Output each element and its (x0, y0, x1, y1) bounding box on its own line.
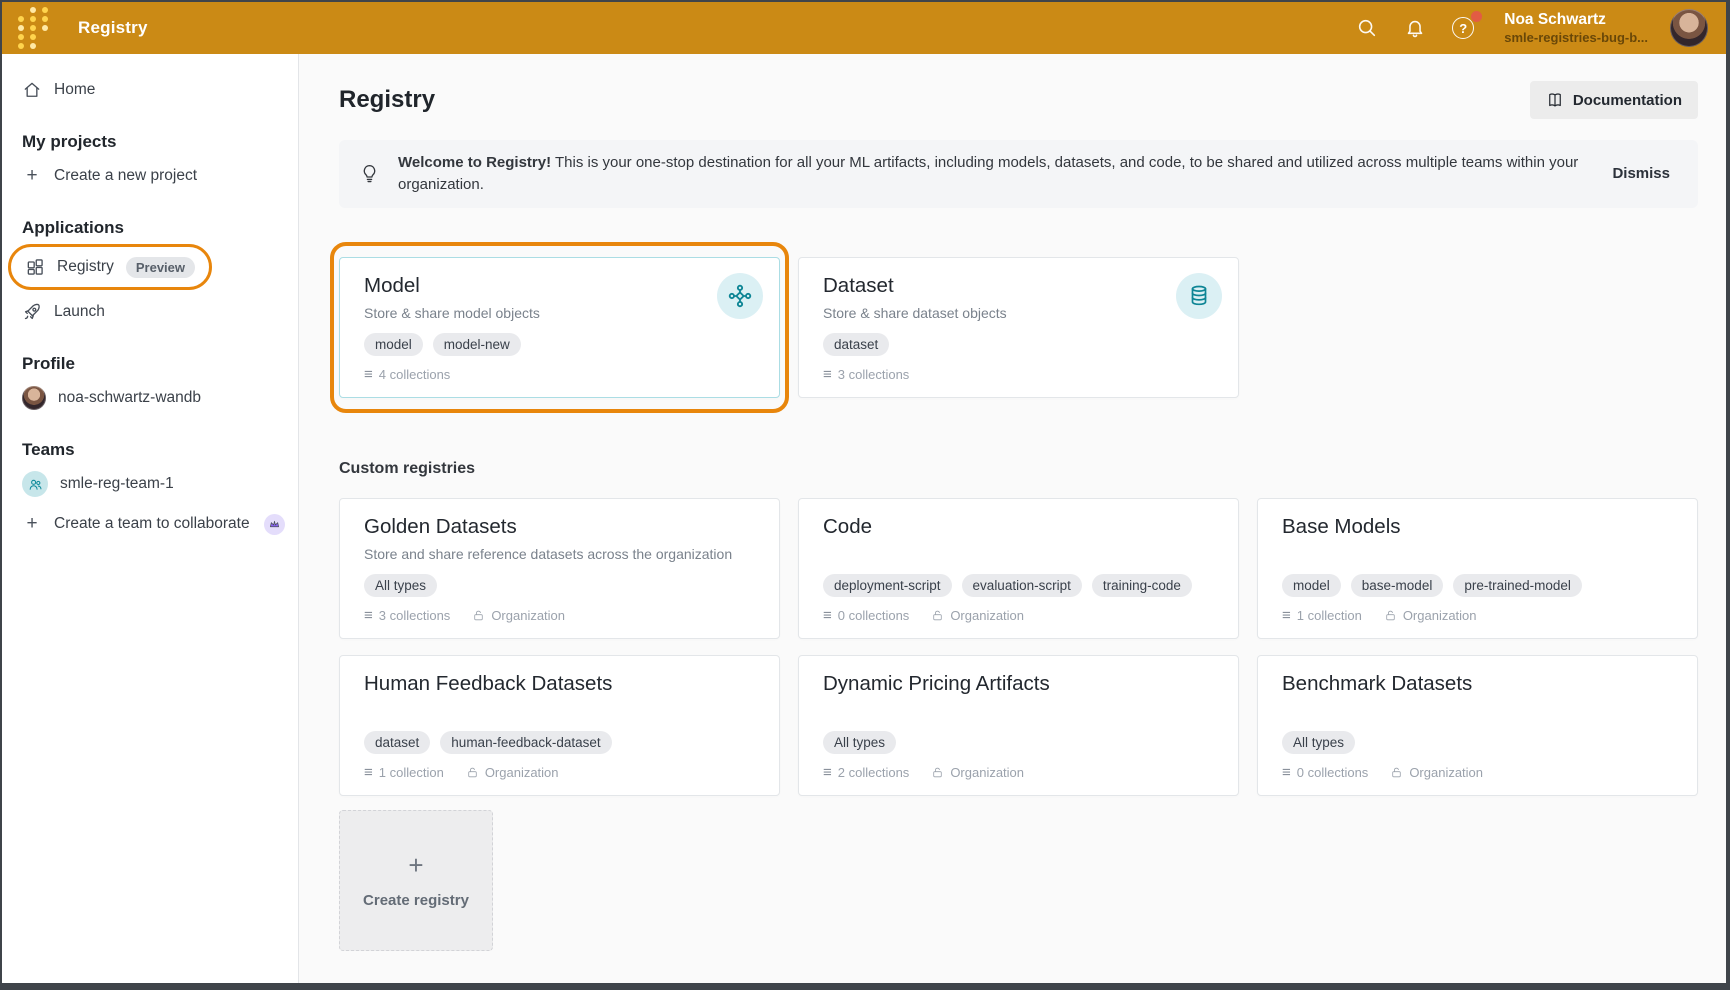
collections-icon: ≡ (823, 765, 832, 780)
my-projects-heading: My projects (2, 128, 298, 156)
profile-heading: Profile (2, 350, 298, 378)
welcome-banner: Welcome to Registry! This is your one-st… (339, 140, 1698, 208)
collections-icon: ≡ (823, 608, 832, 623)
tag: model (364, 333, 423, 356)
unlock-icon (931, 609, 944, 622)
unlock-icon (931, 766, 944, 779)
database-icon (1176, 273, 1222, 319)
collections-icon: ≡ (1282, 765, 1291, 780)
help-icon[interactable]: ? (1450, 15, 1476, 41)
dismiss-button[interactable]: Dismiss (1610, 161, 1672, 186)
registry-grid-icon (25, 257, 45, 277)
preview-badge: Preview (126, 257, 195, 278)
user-menu[interactable]: Noa Schwartz smle-registries-bug-b... (1504, 10, 1648, 46)
notification-dot-icon (1471, 11, 1482, 22)
plus-icon: + (408, 852, 423, 878)
page-title: Registry (339, 86, 435, 114)
tag: training-code (1092, 574, 1192, 597)
sidebar-item-team[interactable]: smle-reg-team-1 (2, 464, 298, 504)
plus-icon: + (22, 513, 42, 535)
sidebar-item-registry[interactable]: Registry Preview (13, 247, 197, 287)
model-network-icon (717, 273, 763, 319)
registry-highlight-annotation: Registry Preview (8, 244, 212, 290)
tag: All types (823, 731, 896, 754)
profile-avatar (22, 386, 46, 410)
plus-icon: + (22, 165, 42, 187)
collections-icon: ≡ (823, 367, 832, 382)
registry-card-code[interactable]: Code deployment-script evaluation-script… (798, 498, 1239, 639)
sidebar: Home My projects + Create a new project … (2, 54, 299, 983)
custom-registries-grid: Golden Datasets Store and share referenc… (339, 498, 1698, 796)
unlock-icon (1384, 609, 1397, 622)
main-content: Registry Documentation Welcome to Regist… (299, 54, 1726, 983)
tag: deployment-script (823, 574, 952, 597)
top-navbar: Registry ? Noa Schwartz smle-registries-… (2, 2, 1726, 54)
registry-card-dynamic-pricing-artifacts[interactable]: Dynamic Pricing Artifacts All types ≡ 2 … (798, 655, 1239, 796)
unlock-icon (472, 609, 485, 622)
tag: dataset (364, 731, 430, 754)
screenshot-frame: Registry ? Noa Schwartz smle-registries-… (0, 0, 1730, 990)
wandb-logo-icon[interactable] (16, 7, 52, 49)
unlock-icon (466, 766, 479, 779)
tag: pre-trained-model (1453, 574, 1582, 597)
tag: All types (364, 574, 437, 597)
sidebar-create-team[interactable]: + Create a team to collaborate (2, 504, 298, 544)
sidebar-create-project[interactable]: + Create a new project (2, 156, 298, 196)
user-name: Noa Schwartz (1504, 10, 1648, 29)
collections-icon: ≡ (364, 367, 373, 382)
tag: evaluation-script (962, 574, 1082, 597)
collections-icon: ≡ (364, 765, 373, 780)
upgrade-crown-icon (264, 514, 285, 535)
tag: All types (1282, 731, 1355, 754)
notifications-bell-icon[interactable] (1402, 15, 1428, 41)
collections-icon: ≡ (1282, 608, 1291, 623)
team-avatar-icon (22, 471, 48, 497)
documentation-button[interactable]: Documentation (1530, 81, 1698, 119)
teams-heading: Teams (2, 436, 298, 464)
registry-card-benchmark-datasets[interactable]: Benchmark Datasets All types ≡ 0 collect… (1257, 655, 1698, 796)
unlock-icon (1390, 766, 1403, 779)
core-registries-grid: Model Store & share model objects model … (339, 257, 1698, 398)
lightbulb-icon (359, 163, 380, 184)
registry-card-human-feedback-datasets[interactable]: Human Feedback Datasets dataset human-fe… (339, 655, 780, 796)
home-icon (22, 80, 42, 100)
sidebar-item-launch[interactable]: Launch (2, 292, 298, 332)
model-card-annotation: Model Store & share model objects model … (339, 257, 780, 398)
app-title: Registry (78, 18, 148, 38)
tag: model-new (433, 333, 521, 356)
rocket-icon (22, 302, 42, 322)
registry-card-golden-datasets[interactable]: Golden Datasets Store and share referenc… (339, 498, 780, 639)
banner-text: Welcome to Registry! This is your one-st… (398, 152, 1592, 196)
collections-icon: ≡ (364, 608, 373, 623)
registry-card-base-models[interactable]: Base Models model base-model pre-trained… (1257, 498, 1698, 639)
book-icon (1546, 91, 1564, 109)
search-icon[interactable] (1354, 15, 1380, 41)
applications-heading: Applications (2, 214, 298, 242)
sidebar-item-profile[interactable]: noa-schwartz-wandb (2, 378, 298, 418)
user-avatar[interactable] (1670, 9, 1708, 47)
registry-card-dataset[interactable]: Dataset Store & share dataset objects da… (798, 257, 1239, 398)
create-registry-button[interactable]: + Create registry (339, 810, 493, 951)
user-org: smle-registries-bug-b... (1504, 30, 1648, 46)
tag: model (1282, 574, 1341, 597)
tag: dataset (823, 333, 889, 356)
custom-registries-heading: Custom registries (339, 460, 1698, 480)
sidebar-item-home[interactable]: Home (2, 70, 298, 110)
tag: human-feedback-dataset (440, 731, 611, 754)
registry-card-model[interactable]: Model Store & share model objects model … (339, 257, 780, 398)
tag: base-model (1351, 574, 1444, 597)
